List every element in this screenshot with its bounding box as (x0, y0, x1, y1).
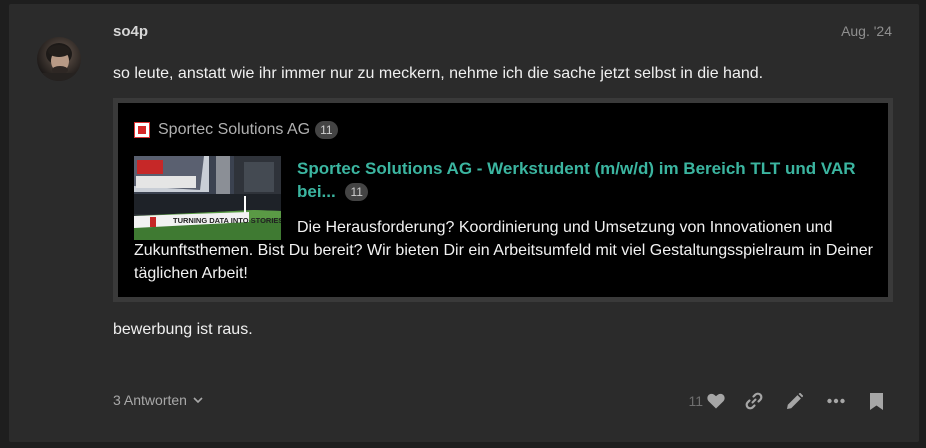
post-actions: 11 (688, 386, 897, 416)
more-options-button[interactable] (815, 386, 856, 416)
replies-label: 3 Antworten (113, 392, 187, 408)
avatar[interactable] (37, 37, 81, 81)
pencil-icon (787, 392, 803, 409)
onebox-description: Die Herausforderung? Koordinierung und U… (134, 219, 873, 282)
onebox-source[interactable]: Sportec Solutions AG 11 (134, 121, 338, 139)
site-favicon-icon (134, 122, 150, 138)
click-count-badge: 11 (345, 183, 368, 201)
bookmark-button[interactable] (856, 386, 897, 416)
click-count-badge: 11 (315, 121, 338, 139)
bookmark-icon (870, 392, 883, 410)
like-count[interactable]: 11 (688, 393, 703, 409)
onebox-title[interactable]: Sportec Solutions AG - Werkstudent (m/w/… (297, 157, 877, 203)
heart-icon (707, 393, 725, 409)
onebox-site-name[interactable]: Sportec Solutions AG (158, 121, 310, 139)
post-text-after: bewerbung ist raus. (113, 321, 253, 338)
post-date[interactable]: Aug. '24 (841, 23, 892, 39)
post-text: so leute, anstatt wie ihr immer nur zu m… (113, 65, 764, 82)
copy-link-button[interactable] (733, 386, 774, 416)
onebox-title-link[interactable]: Sportec Solutions AG - Werkstudent (m/w/… (297, 159, 856, 201)
edit-button[interactable] (774, 386, 815, 416)
link-preview-onebox: Sportec Solutions AG 11 TURNING DATA INT… (113, 98, 893, 302)
link-icon (745, 392, 762, 410)
forum-post: so4p Aug. '24 so leute, anstatt wie ihr … (9, 4, 919, 442)
chevron-down-icon (193, 397, 203, 404)
show-replies-button[interactable]: 3 Antworten (113, 392, 204, 408)
ellipsis-icon (826, 398, 845, 404)
like-button[interactable]: 11 (688, 386, 733, 416)
username[interactable]: so4p (113, 23, 148, 40)
